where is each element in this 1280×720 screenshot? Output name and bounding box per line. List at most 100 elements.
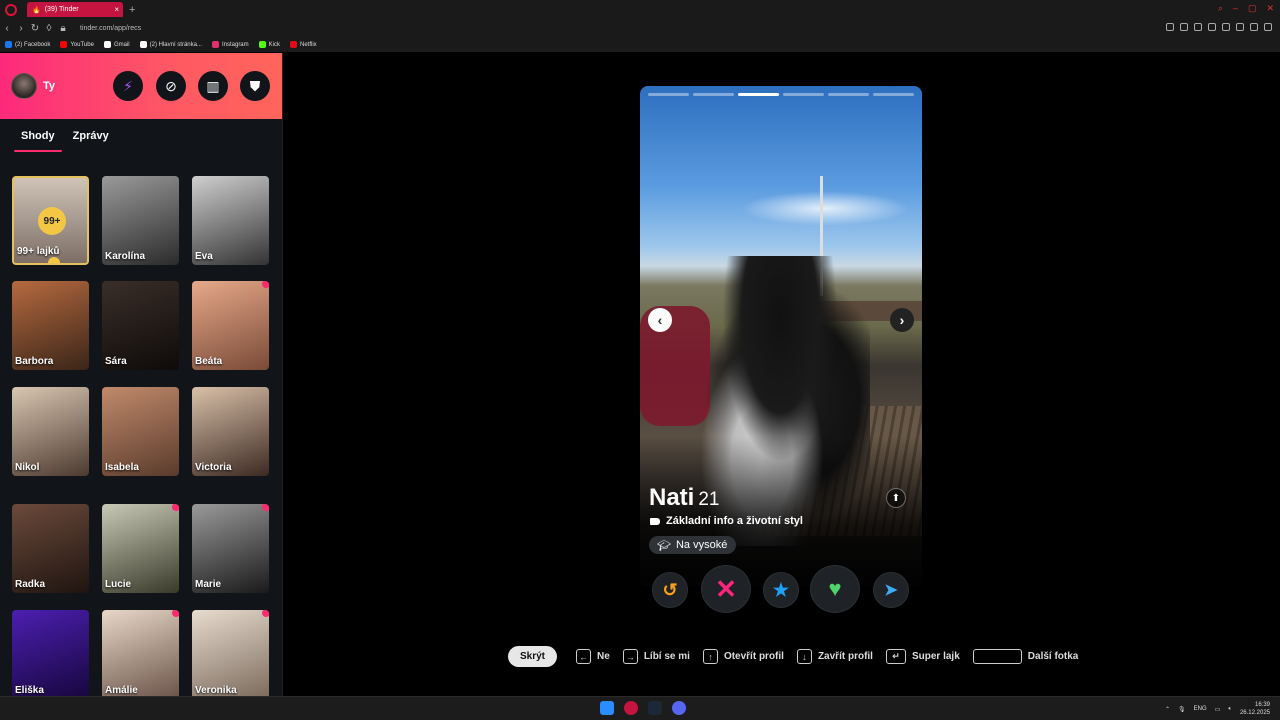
tab-messages[interactable]: Zprávy	[73, 130, 109, 148]
mic-icon[interactable]: 🎙︎	[1178, 706, 1186, 713]
toolbar-icons	[1166, 23, 1272, 31]
match-name: Isabela	[105, 462, 139, 473]
snapshot-icon[interactable]	[1180, 23, 1188, 31]
lock-icon: 🔒︎	[60, 22, 66, 34]
download-icon[interactable]	[1250, 23, 1258, 31]
open-profile-button[interactable]: ⬆	[886, 488, 906, 508]
super-like-button[interactable]: ★	[763, 572, 799, 608]
like-button[interactable]: ♥	[810, 565, 860, 613]
rewind-button[interactable]: ↺	[652, 572, 688, 608]
match-card[interactable]: Isabela	[102, 387, 179, 476]
url-field[interactable]: tinder.com/app/recs	[80, 25, 141, 32]
profile-card[interactable]: ‹ › Nati 21 ⬆ Základní info a životní sty…	[640, 86, 922, 586]
forward-icon[interactable]: ›	[14, 23, 28, 34]
minimize-icon[interactable]: –	[1233, 3, 1238, 14]
bookmark-favicon-icon	[60, 41, 68, 48]
tray-chevron-icon[interactable]: ⌃	[1165, 706, 1170, 713]
bookmark-label: (2) Hlavní stránka...	[149, 41, 202, 48]
bookmark-item[interactable]: Instagram	[211, 41, 249, 48]
reload-icon[interactable]: ↻	[28, 23, 42, 34]
clock[interactable]: 16:39 26.12.2025	[1240, 701, 1270, 717]
back-icon[interactable]: ‹	[0, 23, 14, 34]
volume-icon[interactable]: 🔈︎	[1228, 706, 1232, 713]
browser-tab[interactable]: 🔥 (39) Tinder ×	[27, 2, 123, 17]
briefcase-button[interactable]: ▥	[198, 71, 228, 101]
shortcut-key-icon: ←	[576, 649, 592, 664]
likes-card[interactable]: 99+ 99+ lajků	[12, 176, 89, 265]
match-card[interactable]: Karolína	[102, 176, 179, 265]
match-card[interactable]: Eva	[192, 176, 269, 265]
tab-close-icon[interactable]: ×	[114, 5, 119, 14]
bookmark-item[interactable]: (2) Hlavní stránka...	[139, 41, 202, 48]
explore-button[interactable]: ⊘	[156, 71, 186, 101]
action-buttons: ↺ ✕ ★ ♥ ➤	[640, 565, 922, 613]
close-window-icon[interactable]: ✕	[1266, 3, 1274, 14]
bookmark-item[interactable]: Netflix	[290, 41, 317, 48]
bookmarks-bar: (2) Facebook YouTube Gmail (2) Hlavní strán…	[0, 37, 1280, 52]
user-name[interactable]: Ty	[43, 80, 55, 92]
match-card[interactable]: Beáta	[192, 281, 269, 370]
next-photo-button[interactable]: ›	[890, 308, 914, 332]
bookmark-label: Netflix	[300, 41, 317, 48]
match-card[interactable]: Lucie	[102, 504, 179, 593]
network-icon[interactable]: ▭	[1215, 706, 1221, 713]
zoom-icon[interactable]	[1166, 23, 1174, 31]
address-bar: ‹ › ↻ ◊ 🔒︎ tinder.com/app/recs	[0, 19, 1280, 37]
opera-icon[interactable]	[624, 701, 638, 715]
sidebar-header: Ty ⚡︎ ⊘ ▥ ⛊	[0, 53, 282, 119]
bookmark-item[interactable]: Kick	[258, 41, 280, 48]
match-card[interactable]: Sára	[102, 281, 179, 370]
language-indicator[interactable]: ENG	[1194, 706, 1207, 712]
prev-photo-button[interactable]: ‹	[648, 308, 672, 332]
boost-send-button[interactable]: ➤	[873, 572, 909, 608]
steam-icon[interactable]	[648, 701, 662, 715]
match-name: Beáta	[195, 356, 223, 367]
search-tabs-icon[interactable]: ⌕	[1218, 3, 1223, 14]
hide-shortcuts-button[interactable]: Skrýt	[508, 646, 558, 667]
shortcut-key-icon: ↵	[885, 649, 906, 664]
windows-start-icon[interactable]	[600, 701, 614, 715]
discord-icon[interactable]	[672, 701, 686, 715]
nope-button[interactable]: ✕	[701, 565, 751, 613]
bookmark-label: Instagram	[221, 41, 249, 48]
bookmark-item[interactable]: Gmail	[103, 41, 130, 48]
browser-tab-bar: 🔥 (39) Tinder × + ⌕ – ▢ ✕	[0, 0, 1280, 19]
bookmark-item[interactable]: (2) Facebook	[5, 41, 50, 48]
avatar[interactable]	[11, 73, 37, 99]
match-card[interactable]: Marie	[192, 504, 269, 593]
shield-icon[interactable]: ◊	[42, 23, 56, 34]
shield-icon: ⛊	[249, 77, 261, 94]
bookmark-favicon-icon	[290, 41, 297, 48]
match-card[interactable]: Radka	[12, 504, 89, 593]
settings-icon[interactable]	[1264, 23, 1272, 31]
match-card[interactable]: Nikol	[12, 387, 89, 476]
match-name: Eva	[195, 251, 213, 262]
extensions-icon[interactable]	[1236, 23, 1244, 31]
match-card[interactable]: Amálie	[102, 610, 179, 699]
maximize-icon[interactable]: ▢	[1248, 3, 1257, 14]
photo-progress-segment	[873, 93, 914, 96]
match-name: Radka	[15, 579, 46, 590]
heart-icon[interactable]	[1208, 23, 1216, 31]
match-card[interactable]: Eliška	[12, 610, 89, 699]
taskbar-apps	[600, 701, 686, 715]
tab-matches[interactable]: Shody	[14, 130, 62, 152]
boost-button[interactable]: ⚡︎	[113, 71, 143, 101]
star-icon: ★	[772, 579, 790, 600]
heart-icon: ♥	[828, 576, 842, 601]
system-tray: ⌃ 🎙︎ ENG ▭ 🔈︎ 16:39 26.12.2025	[1165, 701, 1270, 717]
adblock-icon[interactable]	[1194, 23, 1202, 31]
match-card[interactable]: Barbora	[12, 281, 89, 370]
opera-logo-icon[interactable]	[5, 3, 17, 16]
match-card[interactable]: Veronika	[192, 610, 269, 699]
shortcut-key-icon: ↓	[796, 649, 812, 664]
new-match-dot	[172, 504, 179, 511]
photo-progress-segment	[828, 93, 869, 96]
photo-progress-segment	[783, 93, 824, 96]
bookmark-item[interactable]: YouTube	[60, 41, 94, 48]
menu-icon[interactable]	[1222, 23, 1230, 31]
safety-button[interactable]: ⛊	[240, 71, 270, 101]
new-tab-button[interactable]: +	[129, 4, 135, 16]
match-card[interactable]: Victoria	[192, 387, 269, 476]
likes-count-badge: 99+	[38, 207, 66, 235]
